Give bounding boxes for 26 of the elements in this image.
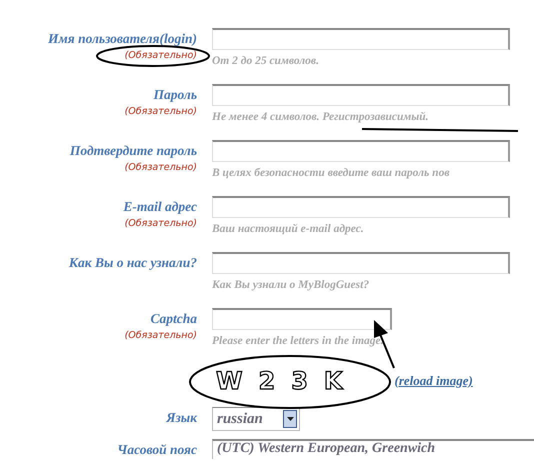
field-label: Как Вы о нас узнали? bbox=[68, 255, 197, 271]
field-hint: Please enter the letters in the image. bbox=[212, 335, 384, 347]
captcha-character: 2 bbox=[258, 367, 276, 395]
reload-image-link[interactable]: (reload image) bbox=[394, 373, 473, 389]
field-label: E-mail адрес bbox=[123, 199, 197, 215]
field-label: Имя пользователя(login) bbox=[48, 31, 197, 47]
language-dropdown[interactable]: russian bbox=[212, 407, 300, 431]
captcha-character: 3 bbox=[291, 367, 308, 395]
field-label: Часовой пояс bbox=[117, 442, 197, 458]
field-label: Подтвердите пароль bbox=[70, 143, 197, 159]
field-label: Пароль bbox=[153, 87, 197, 103]
field-hint: От 2 до 25 символов. bbox=[212, 55, 319, 67]
captcha-character: K bbox=[324, 367, 342, 395]
captcha-character: W bbox=[216, 367, 242, 395]
field-hint: Не менее 4 символов. Регистрозависимый. bbox=[212, 111, 429, 123]
field-hint: Как Вы узнали о MyBlogGuest? bbox=[212, 279, 370, 291]
field-hint: Ваш настоящий e-mail адрес. bbox=[212, 223, 364, 235]
required-note: (Обязательно) bbox=[124, 330, 197, 341]
field-hint: В целях безопасности введите ваш пароль пов bbox=[212, 167, 450, 179]
required-note: (Обязательно) bbox=[124, 218, 197, 229]
required-note: (Обязательно) bbox=[124, 162, 197, 173]
field-label: Язык bbox=[166, 410, 197, 426]
required-note: (Обязательно) bbox=[124, 106, 197, 117]
timezone-dropdown[interactable]: (UTC) Western European, Greenwich bbox=[212, 439, 534, 459]
required-note: (Обязательно) bbox=[124, 50, 197, 61]
field-label: Captcha bbox=[150, 311, 197, 327]
